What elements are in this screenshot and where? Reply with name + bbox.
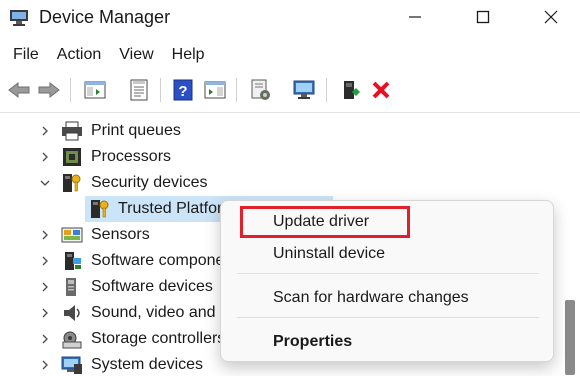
chevron-right-icon[interactable] [38,332,52,346]
tree-row-processors[interactable]: Processors [0,144,580,170]
device-manager-app-icon [9,9,29,27]
enable-device-button[interactable] [338,77,364,103]
chevron-right-icon[interactable] [38,228,52,242]
context-menu-properties[interactable]: Properties [273,331,352,353]
tree-row-label: Security devices [91,174,208,191]
tree-row-label: Software devices [91,278,213,295]
context-menu-uninstall-device[interactable]: Uninstall device [273,243,385,265]
tree-row-label: System devices [91,356,204,373]
minimize-button[interactable] [392,0,438,34]
menu-view[interactable]: View [113,42,161,68]
tree-row-print-queues[interactable]: Print queues [0,118,580,144]
update-driver-toolbar-button[interactable] [247,77,273,103]
uninstall-icon [372,81,390,99]
properties-button[interactable] [126,77,152,103]
update-driver-icon [251,79,270,100]
chevron-right-icon[interactable] [38,306,52,320]
show-hide-console-tree-icon [84,81,106,99]
toolbar-separator [160,78,161,102]
action-pane-icon [204,81,226,99]
maximize-icon [476,10,490,24]
chevron-right-icon[interactable] [38,280,52,294]
chevron-right-icon[interactable] [38,358,52,372]
menu-file[interactable]: File [0,42,47,68]
show-hide-console-tree-button[interactable] [82,77,108,103]
tree-row-label: Processors [91,148,172,165]
chevron-down-icon[interactable] [38,176,52,190]
scan-hardware-button[interactable] [291,77,317,103]
menu-help[interactable]: Help [166,42,213,68]
system-devices-icon [61,355,83,375]
tree-row-security-devices[interactable]: Security devices [0,170,580,196]
processor-icon [61,147,83,167]
context-menu-separator [237,317,539,318]
title-bar: Device Manager [0,0,580,36]
speaker-icon [61,303,83,323]
printer-icon [61,121,83,141]
window-title: Device Manager [39,7,171,27]
tree-row-label: Print queues [91,122,181,139]
tree-row-label: Sensors [91,226,150,243]
context-menu-scan-hardware[interactable]: Scan for hardware changes [273,287,469,309]
security-key-icon [61,173,83,193]
chevron-right-icon[interactable] [38,124,52,138]
back-icon [8,81,30,99]
forward-icon [38,81,60,99]
maximize-button[interactable] [460,0,506,34]
vertical-scrollbar[interactable] [565,300,575,375]
properties-icon [130,79,148,101]
forward-button[interactable] [36,77,62,103]
software-component-icon [61,251,83,271]
uninstall-device-button[interactable] [368,77,394,103]
help-icon: ? [173,79,193,101]
sensor-icon [61,225,83,245]
enable-device-icon [344,81,360,99]
chevron-right-icon[interactable] [38,150,52,164]
action-pane-button[interactable] [202,77,228,103]
chevron-right-icon[interactable] [38,254,52,268]
back-button[interactable] [6,77,32,103]
toolbar-separator [70,78,71,102]
storage-controller-icon [61,329,83,349]
scan-hardware-icon [293,80,315,99]
toolbar-separator [236,78,237,102]
toolbar-separator [326,78,327,102]
context-menu-separator [237,273,539,274]
menu-bar: File Action View Help [0,42,217,68]
highlight-callout-box [240,206,410,238]
tree-row-label: Storage controllers [91,330,226,347]
toolbar: ? [0,72,580,106]
security-key-icon [89,199,111,219]
close-icon [544,10,558,24]
svg-text:?: ? [178,83,187,100]
menu-action[interactable]: Action [51,42,109,68]
help-button[interactable]: ? [170,77,196,103]
software-device-icon [61,277,83,297]
minimize-icon [409,16,421,18]
close-button[interactable] [528,0,574,34]
